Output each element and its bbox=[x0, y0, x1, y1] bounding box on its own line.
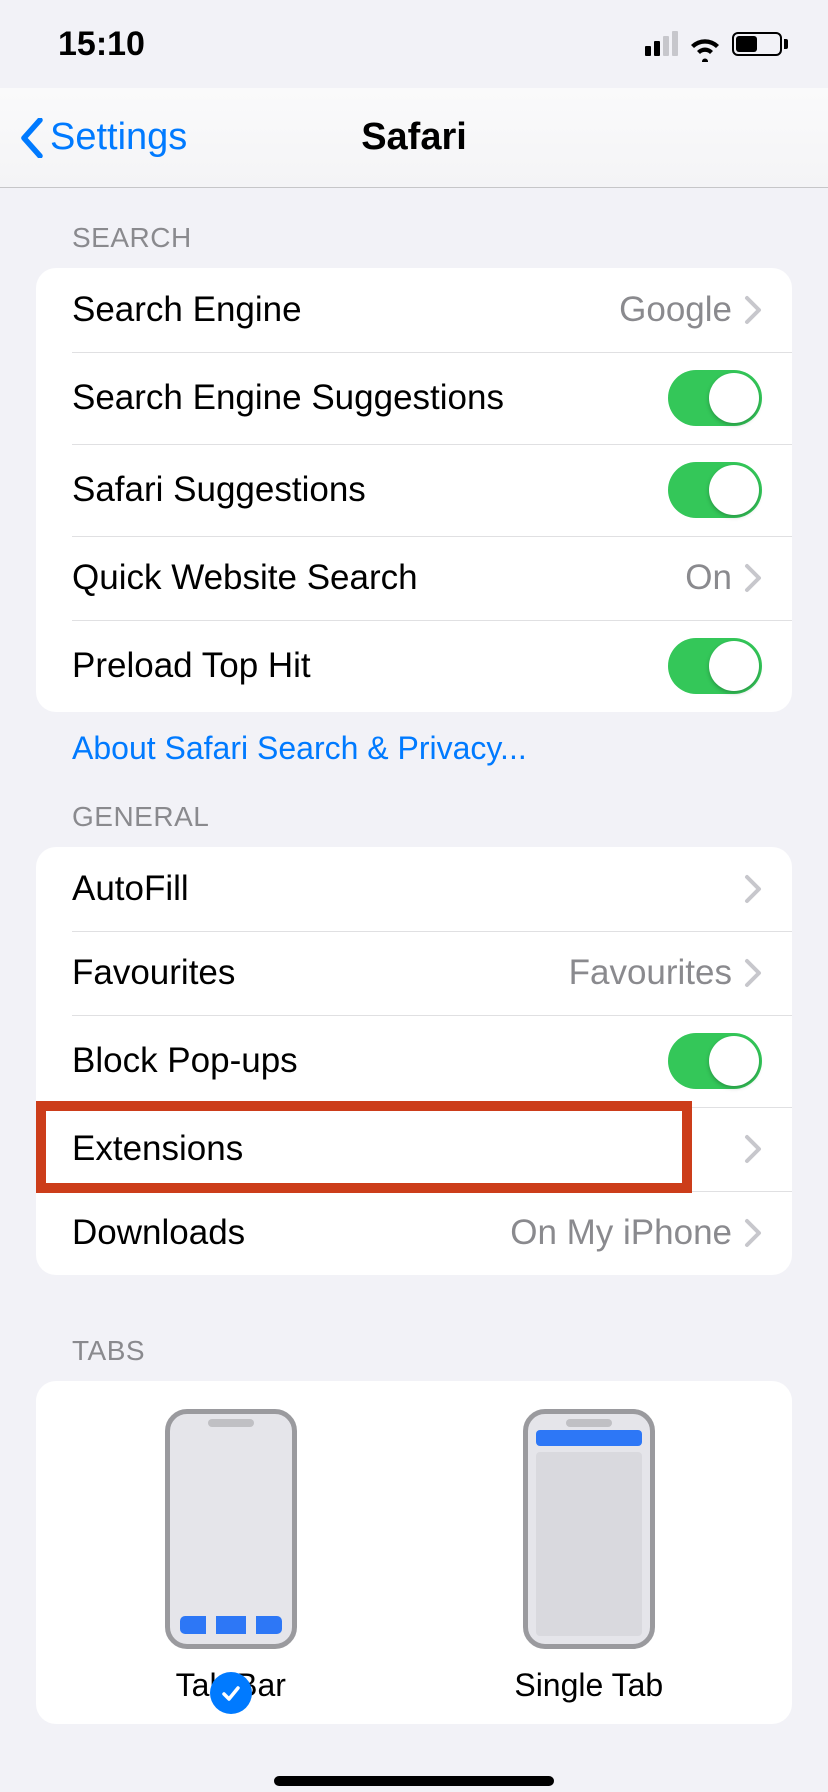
nav-bar: Settings Safari bbox=[0, 88, 828, 188]
group-general: AutoFill Favourites Favourites Block Pop… bbox=[36, 847, 792, 1275]
phone-mock-tabbar-icon bbox=[165, 1409, 297, 1649]
toggle-preload-top-hit[interactable] bbox=[668, 638, 762, 694]
row-quick-website-search[interactable]: Quick Website Search On bbox=[36, 536, 792, 620]
row-search-suggestions: Search Engine Suggestions bbox=[36, 352, 792, 444]
toggle-safari-suggestions[interactable] bbox=[668, 462, 762, 518]
row-block-popups: Block Pop-ups bbox=[36, 1015, 792, 1107]
row-value: On My iPhone bbox=[510, 1213, 732, 1253]
battery-icon bbox=[732, 32, 788, 56]
checkmark-icon bbox=[210, 1672, 252, 1714]
phone-mock-singletab-icon bbox=[523, 1409, 655, 1649]
row-value: Favourites bbox=[569, 953, 732, 993]
row-label: Downloads bbox=[72, 1213, 510, 1253]
row-label: Search Engine bbox=[72, 290, 619, 330]
chevron-right-icon bbox=[744, 1134, 762, 1164]
back-button[interactable]: Settings bbox=[0, 116, 187, 159]
toggle-search-suggestions[interactable] bbox=[668, 370, 762, 426]
chevron-right-icon bbox=[744, 1218, 762, 1248]
row-downloads[interactable]: Downloads On My iPhone bbox=[36, 1191, 792, 1275]
row-favourites[interactable]: Favourites Favourites bbox=[36, 931, 792, 1015]
section-header-general: GENERAL bbox=[0, 767, 828, 847]
chevron-right-icon bbox=[744, 563, 762, 593]
link-about-search-privacy[interactable]: About Safari Search & Privacy... bbox=[0, 712, 828, 767]
group-search: Search Engine Google Search Engine Sugge… bbox=[36, 268, 792, 712]
toggle-block-popups[interactable] bbox=[668, 1033, 762, 1089]
home-indicator[interactable] bbox=[274, 1776, 554, 1786]
back-label: Settings bbox=[50, 116, 187, 159]
tab-option-label: Single Tab bbox=[514, 1667, 663, 1704]
row-label: Extensions bbox=[72, 1129, 744, 1169]
tab-option-tabbar[interactable]: Tab Bar bbox=[165, 1409, 297, 1704]
row-safari-suggestions: Safari Suggestions bbox=[36, 444, 792, 536]
row-label: Search Engine Suggestions bbox=[72, 378, 668, 418]
row-label: Quick Website Search bbox=[72, 558, 685, 598]
row-label: Favourites bbox=[72, 953, 569, 993]
row-extensions[interactable]: Extensions bbox=[36, 1107, 792, 1191]
tab-option-singletab[interactable]: Single Tab bbox=[514, 1409, 663, 1704]
row-value: On bbox=[685, 558, 732, 598]
chevron-right-icon bbox=[744, 295, 762, 325]
wifi-icon bbox=[688, 32, 722, 56]
group-tabs: Tab Bar Single Tab bbox=[36, 1381, 792, 1724]
cellular-signal-icon bbox=[645, 32, 678, 56]
row-label: Block Pop-ups bbox=[72, 1041, 668, 1081]
row-preload-top-hit: Preload Top Hit bbox=[36, 620, 792, 712]
chevron-right-icon bbox=[744, 874, 762, 904]
row-label: Safari Suggestions bbox=[72, 470, 668, 510]
row-search-engine[interactable]: Search Engine Google bbox=[36, 268, 792, 352]
section-header-tabs: TABS bbox=[0, 1275, 828, 1381]
row-label: AutoFill bbox=[72, 869, 744, 909]
status-icons bbox=[645, 32, 788, 56]
tabs-layout-row: Tab Bar Single Tab bbox=[36, 1381, 792, 1724]
row-autofill[interactable]: AutoFill bbox=[36, 847, 792, 931]
status-time: 15:10 bbox=[58, 25, 145, 64]
section-header-search: SEARCH bbox=[0, 188, 828, 268]
chevron-left-icon bbox=[18, 118, 44, 158]
status-bar: 15:10 bbox=[0, 0, 828, 88]
row-label: Preload Top Hit bbox=[72, 646, 668, 686]
chevron-right-icon bbox=[744, 958, 762, 988]
row-value: Google bbox=[619, 290, 732, 330]
